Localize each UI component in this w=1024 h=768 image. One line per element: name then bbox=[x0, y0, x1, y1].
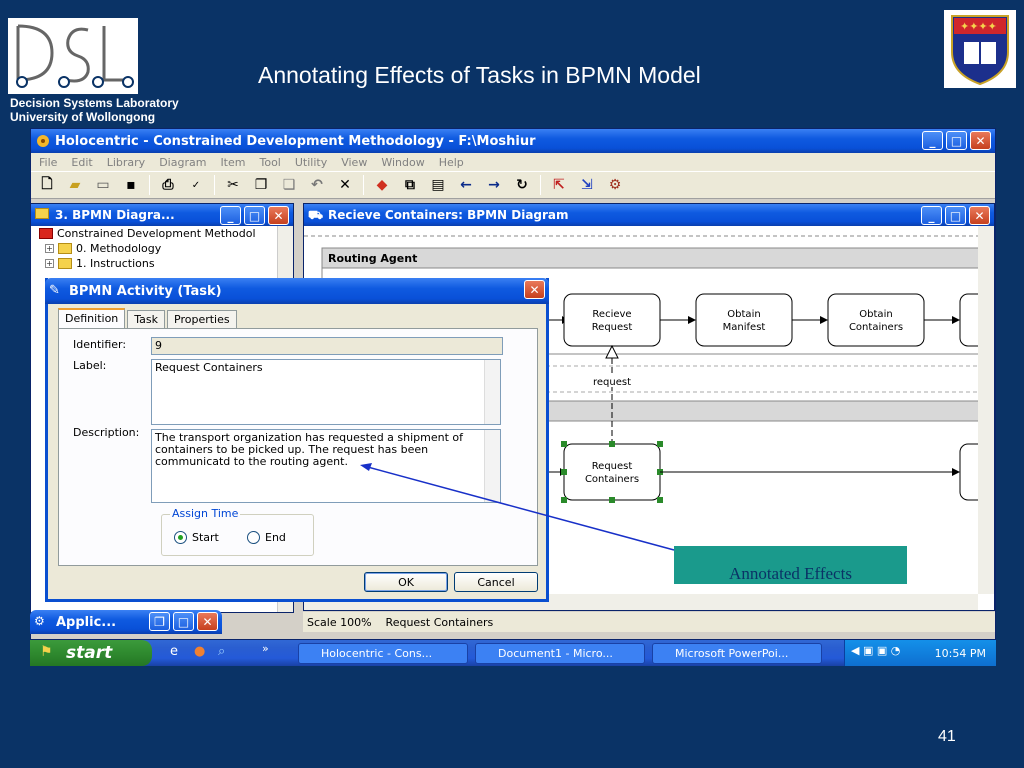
taskbar-item-powerpoint[interactable]: Microsoft PowerPoi... bbox=[652, 643, 822, 664]
system-tray: ◀ ▣ ▣ ◔ 10:54 PM bbox=[844, 640, 996, 666]
browser-icon[interactable]: ● bbox=[194, 644, 205, 659]
clock: 10:54 PM bbox=[934, 646, 986, 660]
start-label: start bbox=[66, 643, 113, 663]
windows-logo-icon: ⚑ bbox=[40, 644, 53, 660]
taskbar-item-holocentric[interactable]: Holocentric - Cons... bbox=[298, 643, 468, 664]
search-icon[interactable]: ⌕ bbox=[218, 644, 225, 659]
taskbar-item-document[interactable]: Document1 - Micro... bbox=[475, 643, 645, 664]
chevron-right-icon[interactable]: » bbox=[262, 642, 269, 655]
page-number: 41 bbox=[938, 728, 956, 745]
ie-icon[interactable]: e bbox=[170, 644, 178, 659]
tray-icons: ◀ ▣ ▣ ◔ bbox=[851, 644, 901, 657]
taskbar: ⚑ start e ● ⌕ » Holocentric - Cons... Do… bbox=[30, 640, 996, 666]
start-button[interactable]: ⚑ start bbox=[30, 640, 152, 666]
